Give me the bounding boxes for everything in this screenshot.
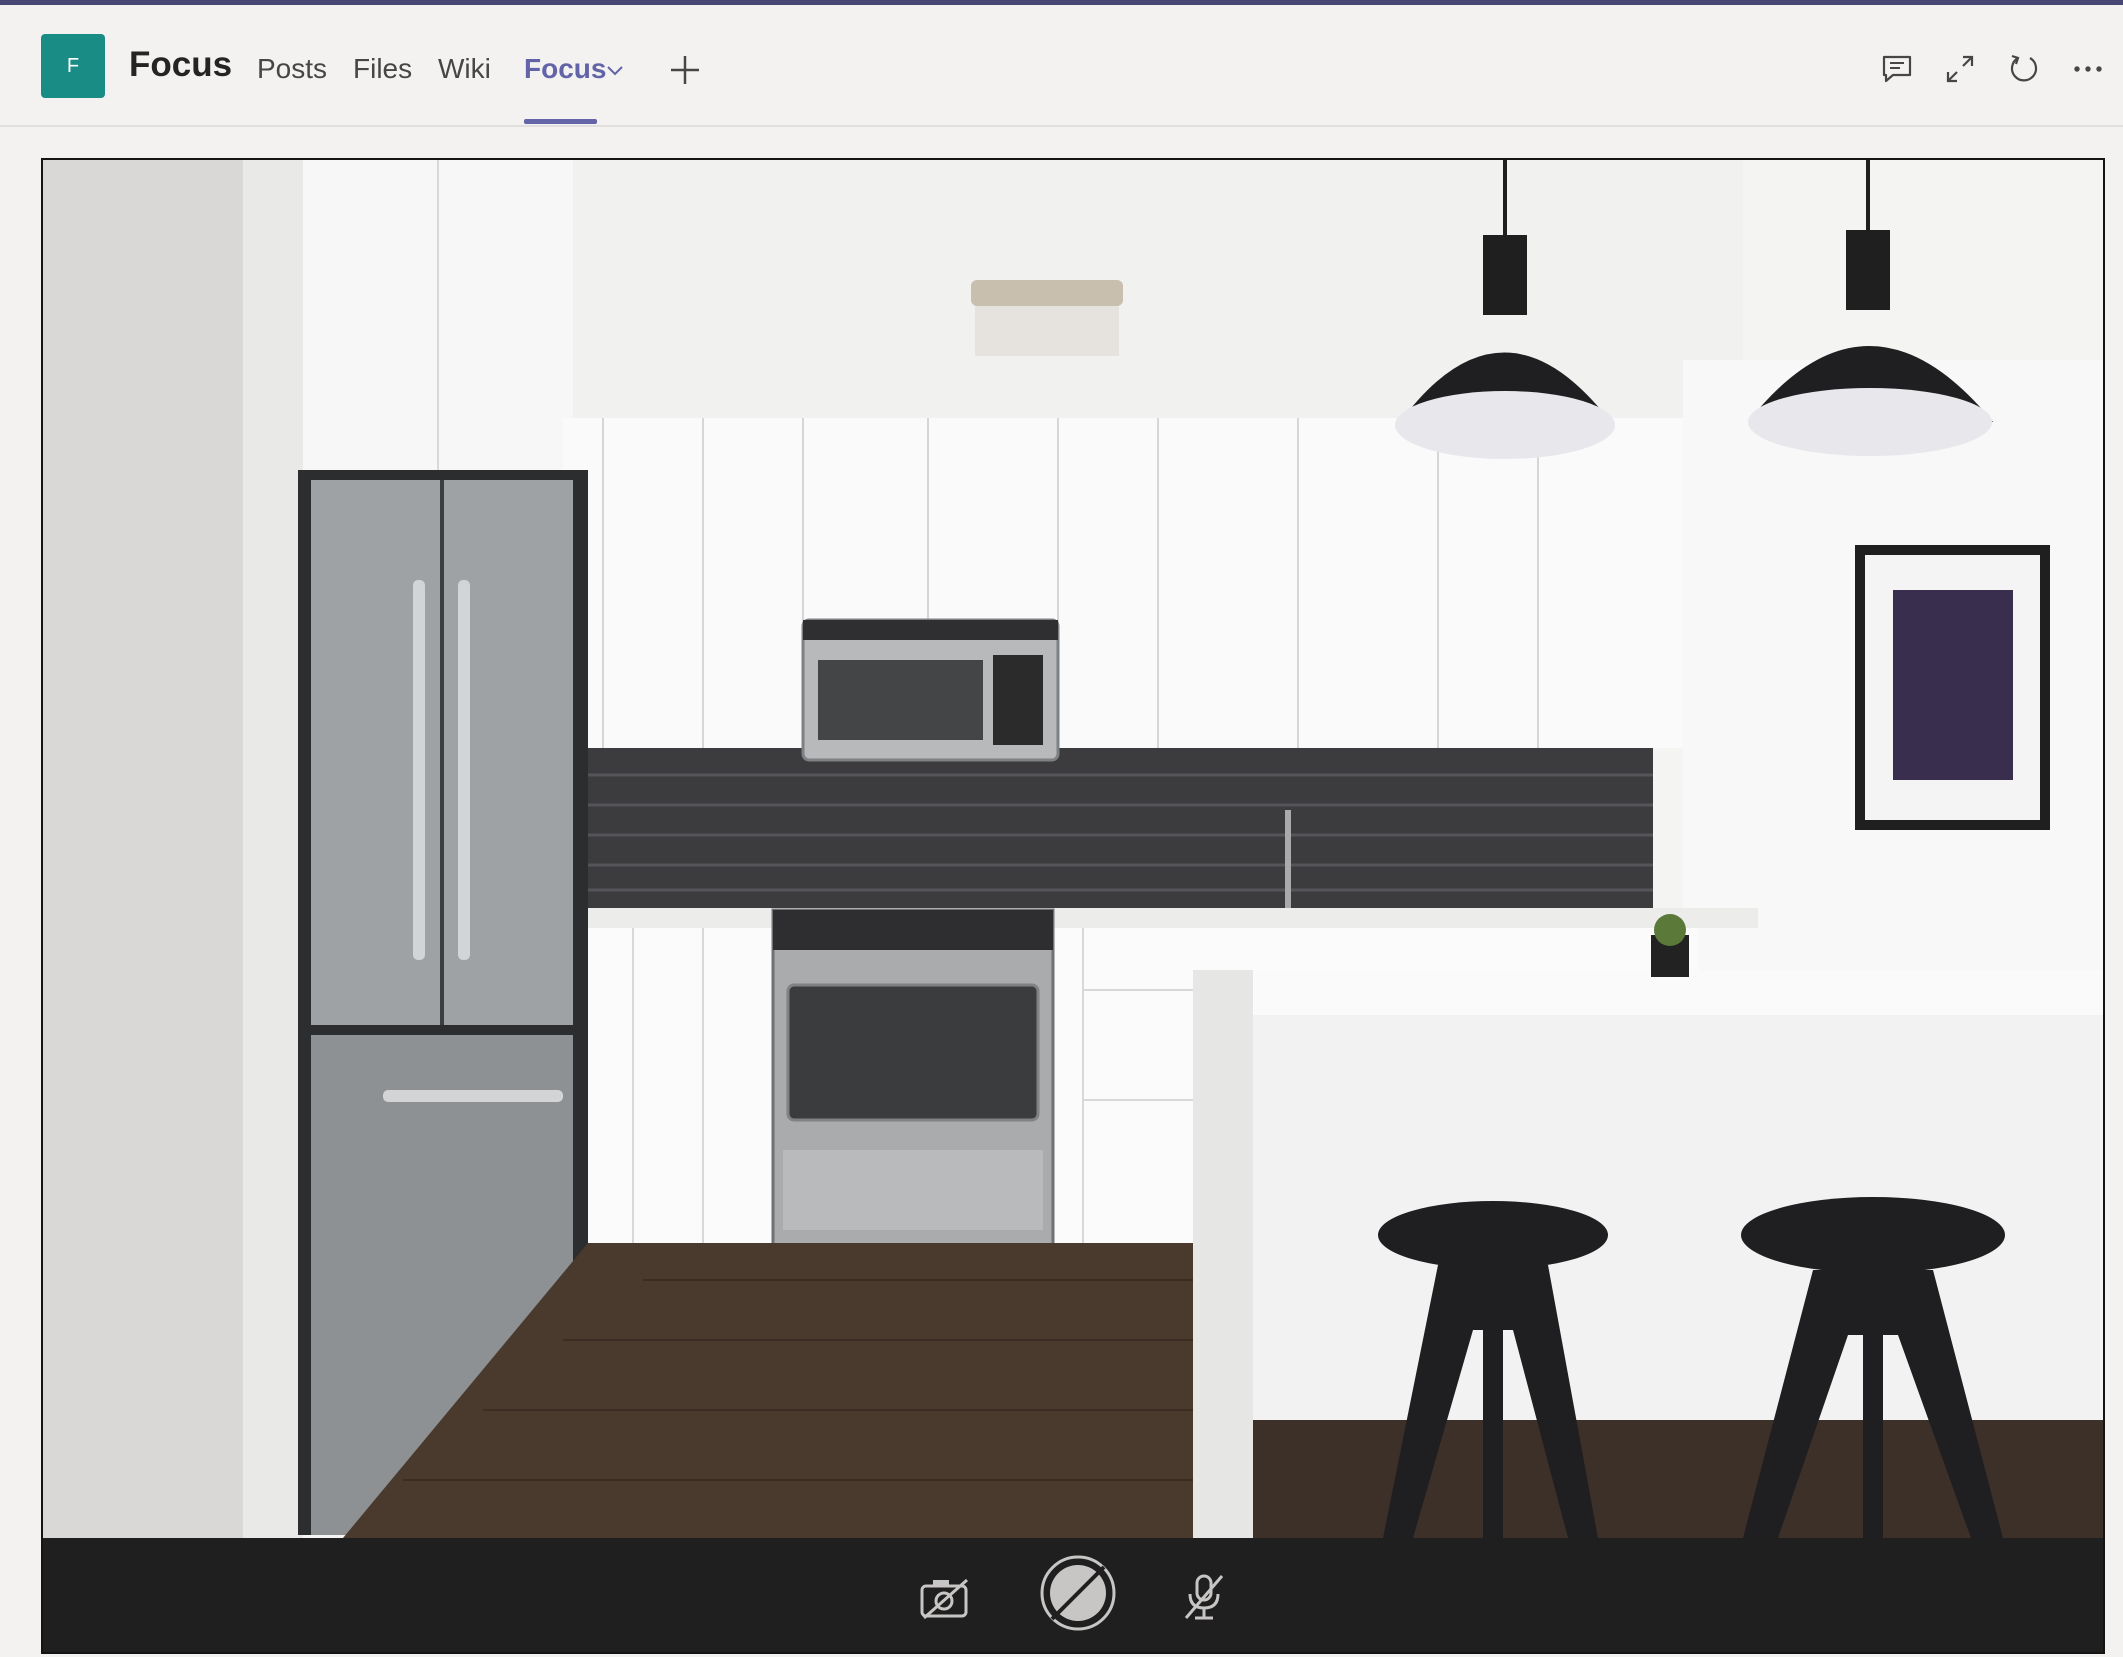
- channel-header: F Focus Posts Files Wiki Focus: [0, 5, 2123, 127]
- kitchen-photo: [43, 160, 2103, 1538]
- more-options-icon[interactable]: [2071, 52, 2105, 86]
- team-avatar[interactable]: F: [41, 34, 105, 98]
- add-tab-icon[interactable]: [668, 53, 702, 87]
- tab-focus[interactable]: Focus: [524, 49, 606, 89]
- media-controls-bar: [43, 1538, 2103, 1652]
- tab-posts[interactable]: Posts: [257, 49, 327, 89]
- camera-off-icon[interactable]: [919, 1576, 971, 1620]
- chevron-down-icon[interactable]: [604, 59, 626, 81]
- active-tab-indicator: [524, 119, 597, 124]
- expand-icon[interactable]: [1943, 52, 1977, 86]
- tab-wiki[interactable]: Wiki: [438, 49, 491, 89]
- focus-content-frame: [41, 158, 2105, 1654]
- reload-icon[interactable]: [2007, 52, 2041, 86]
- mic-off-icon[interactable]: [1182, 1572, 1226, 1622]
- conversation-icon[interactable]: [1880, 52, 1914, 86]
- team-name: Focus: [129, 45, 233, 84]
- record-disabled-icon[interactable]: [1038, 1553, 1118, 1633]
- kitchen-photo-illustration: [43, 160, 2103, 1538]
- tab-files[interactable]: Files: [353, 49, 412, 89]
